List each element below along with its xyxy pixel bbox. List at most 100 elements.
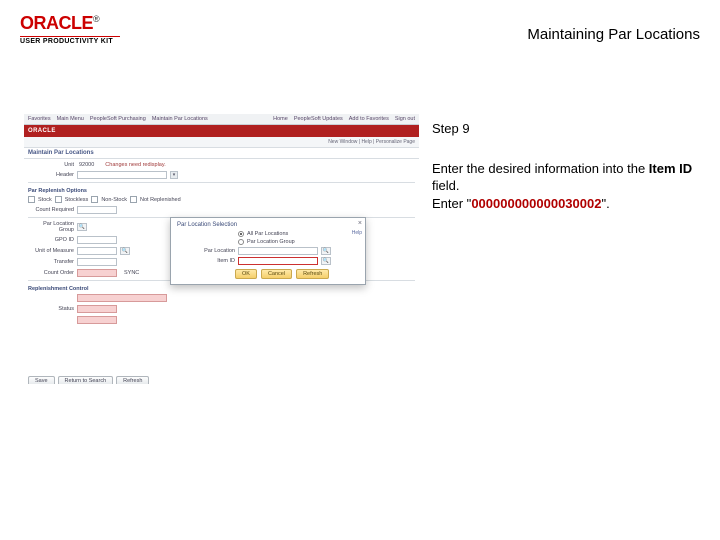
count-req-row: Count Required <box>28 206 415 214</box>
chevron-down-icon[interactable]: ▾ <box>170 171 178 179</box>
brand-subline: USER PRODUCTIVITY KIT <box>20 38 120 45</box>
instr-frag: field. <box>432 178 459 193</box>
step-label: Step 9 <box>432 120 702 138</box>
instruction-panel: Step 9 Enter the desired information int… <box>432 120 702 212</box>
dialog-itemid-row: Item ID 🔍 <box>177 257 359 265</box>
brand-rule <box>20 36 120 37</box>
instruction-text: Enter the desired information into the I… <box>432 160 702 213</box>
dialog-help-link[interactable]: Help <box>352 230 362 236</box>
nav-item: Main Menu <box>57 116 84 122</box>
dialog-cancel-button[interactable]: Cancel <box>261 269 292 279</box>
checkbox-stock[interactable] <box>28 196 35 203</box>
dialog-refresh-button[interactable]: Refresh <box>296 269 329 279</box>
radio-par-group-label: Par Location Group <box>247 239 295 245</box>
brand-registered: ® <box>93 14 100 24</box>
par-group-label: Par Location Group <box>28 221 74 233</box>
header-row: Header ▾ <box>28 171 415 179</box>
search-icon[interactable]: 🔍 <box>321 247 331 255</box>
gpo-input[interactable] <box>77 236 117 244</box>
dialog-parloc-row: Par Location 🔍 <box>177 247 359 255</box>
search-icon[interactable]: 🔍 <box>77 223 87 231</box>
count-order-label: Count Order <box>28 270 74 276</box>
checkbox-stockless[interactable] <box>55 196 62 203</box>
options-row: Stock Stockless Non-Stock Not Replenishe… <box>28 196 415 203</box>
app-window-links: New Window | Help | Personalize Page <box>24 137 419 148</box>
dialog-title: Par Location Selection <box>177 222 359 228</box>
nav-item: Maintain Par Locations <box>152 116 208 122</box>
subsection-title: Par Replenish Options <box>28 186 415 196</box>
stock-label: Stock <box>38 197 52 203</box>
dialog-ok-button[interactable]: OK <box>235 269 257 279</box>
par-location-dialog: × Help Par Location Selection All Par Lo… <box>170 217 366 285</box>
repl-input[interactable] <box>77 294 167 302</box>
radio-par-group[interactable] <box>238 239 244 245</box>
app-brandbar-right <box>414 128 419 134</box>
uom-label: Unit of Measure <box>28 248 74 254</box>
app-screenshot: Favorites Main Menu PeopleSoft Purchasin… <box>24 114 419 384</box>
uom-input[interactable] <box>77 247 117 255</box>
page-header: ORACLE® USER PRODUCTIVITY KIT Maintainin… <box>0 0 720 54</box>
checkbox-notrepl[interactable] <box>130 196 137 203</box>
status-row: Status <box>28 305 415 313</box>
instr-value: 000000000000030002 <box>471 196 601 211</box>
gpo-label: GPO ID <box>28 237 74 243</box>
nav-item: Favorites <box>28 116 51 122</box>
search-icon[interactable]: 🔍 <box>120 247 130 255</box>
instr-frag: Enter the desired information into the <box>432 161 649 176</box>
nav-item: Add to Favorites <box>349 116 389 122</box>
page-title: Maintaining Par Locations <box>527 26 700 43</box>
header-input[interactable] <box>77 171 167 179</box>
nav-item: PeopleSoft Purchasing <box>90 116 146 122</box>
dialog-opt2-row: Par Location Group <box>177 239 359 245</box>
brand-block: ORACLE® USER PRODUCTIVITY KIT <box>20 14 120 45</box>
empty-label <box>28 317 74 323</box>
dialog-buttons: OK Cancel Refresh <box>177 269 359 279</box>
app-brandbar: ORACLE <box>24 125 419 137</box>
notrepl-label: Not Replenished <box>140 197 181 203</box>
transfer-input[interactable] <box>77 258 117 266</box>
nav-item: PeopleSoft Updates <box>294 116 343 122</box>
count-order-input[interactable] <box>77 269 117 277</box>
instr-frag: ". <box>601 196 609 211</box>
unit-value: 92000 <box>77 162 96 168</box>
radio-all-par-label: All Par Locations <box>247 231 288 237</box>
par-location-input[interactable] <box>238 247 318 255</box>
count-req-input[interactable] <box>77 206 117 214</box>
close-icon[interactable]: × <box>358 220 362 227</box>
refresh-button[interactable]: Refresh <box>116 376 149 384</box>
return-button[interactable]: Return to Search <box>58 376 114 384</box>
unit-row: Unit 92000 Changes need redisplay. <box>28 162 415 168</box>
status-input[interactable] <box>77 305 117 313</box>
brand-logo: ORACLE <box>20 13 93 33</box>
checkbox-nonstock[interactable] <box>91 196 98 203</box>
search-icon[interactable]: 🔍 <box>321 257 331 265</box>
empty-label <box>28 295 74 301</box>
header-label: Header <box>28 172 74 178</box>
app-pagetitle-bar: Maintain Par Locations <box>24 148 419 159</box>
save-button[interactable]: Save <box>28 376 55 384</box>
dialog-opt1-row: All Par Locations <box>177 231 359 237</box>
extra-input[interactable] <box>77 316 117 324</box>
instr-field-name: Item ID <box>649 161 692 176</box>
app-topnav: Favorites Main Menu PeopleSoft Purchasin… <box>24 114 419 125</box>
app-body: Unit 92000 Changes need redisplay. Heade… <box>24 159 419 384</box>
status-label: Status <box>28 306 74 312</box>
app-pagetitle: Maintain Par Locations <box>28 150 94 156</box>
item-id-input[interactable] <box>238 257 318 265</box>
repl-input-row <box>28 294 415 302</box>
radio-all-par[interactable] <box>238 231 244 237</box>
extra-row <box>28 316 415 324</box>
sync-label: SYNC <box>124 270 139 276</box>
instr-frag: Enter " <box>432 196 471 211</box>
stockless-label: Stockless <box>65 197 89 203</box>
item-id-label: Item ID <box>177 258 235 264</box>
transfer-label: Transfer <box>28 259 74 265</box>
nav-item: Sign out <box>395 116 415 122</box>
unit-label: Unit <box>28 162 74 168</box>
par-location-label: Par Location <box>177 248 235 254</box>
nav-item: Home <box>273 116 288 122</box>
app-footer-actions: Save Return to Search Refresh <box>28 376 149 384</box>
nonstock-label: Non-Stock <box>101 197 127 203</box>
app-brand-logo: ORACLE <box>28 128 56 134</box>
count-req-label: Count Required <box>28 207 74 213</box>
